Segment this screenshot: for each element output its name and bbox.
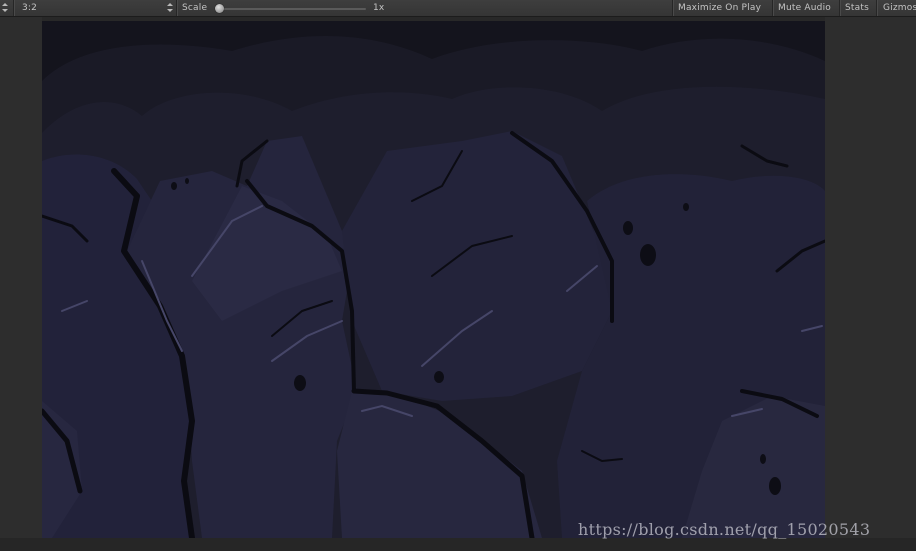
toolbar-separator bbox=[176, 0, 177, 16]
aspect-dropdown-arrow-icon[interactable] bbox=[167, 3, 173, 13]
aspect-dropdown[interactable]: 3:2 bbox=[22, 0, 37, 16]
scale-label: Scale bbox=[182, 3, 208, 13]
toolbar-separator bbox=[13, 0, 14, 16]
letterbox-right bbox=[825, 17, 916, 538]
bottom-strip bbox=[0, 538, 916, 551]
gizmos-dropdown[interactable]: Gizmos bbox=[883, 0, 916, 16]
watermark-text: https://blog.csdn.net/qq_15020543 bbox=[578, 520, 871, 539]
maximize-on-play-toggle[interactable]: Maximize On Play bbox=[678, 0, 761, 16]
arrow-updown-icon[interactable] bbox=[2, 3, 8, 13]
scale-slider-thumb[interactable] bbox=[215, 4, 224, 13]
toolbar-separator bbox=[839, 0, 840, 16]
cave-rock-scene bbox=[42, 21, 825, 538]
game-view-viewport[interactable] bbox=[42, 21, 825, 538]
stats-toggle[interactable]: Stats bbox=[845, 0, 869, 16]
unity-game-window: 3:2 Scale 1x Maximize On Play Mute Audio… bbox=[0, 0, 916, 551]
toolbar-separator bbox=[876, 0, 877, 16]
mute-audio-toggle[interactable]: Mute Audio bbox=[778, 0, 831, 16]
toolbar-separator bbox=[672, 0, 673, 16]
game-view-toolbar: 3:2 Scale 1x Maximize On Play Mute Audio… bbox=[0, 0, 916, 17]
scale-slider-track[interactable] bbox=[222, 8, 366, 10]
letterbox-left bbox=[0, 17, 42, 538]
scale-value: 1x bbox=[373, 3, 385, 13]
toolbar-separator bbox=[772, 0, 773, 16]
